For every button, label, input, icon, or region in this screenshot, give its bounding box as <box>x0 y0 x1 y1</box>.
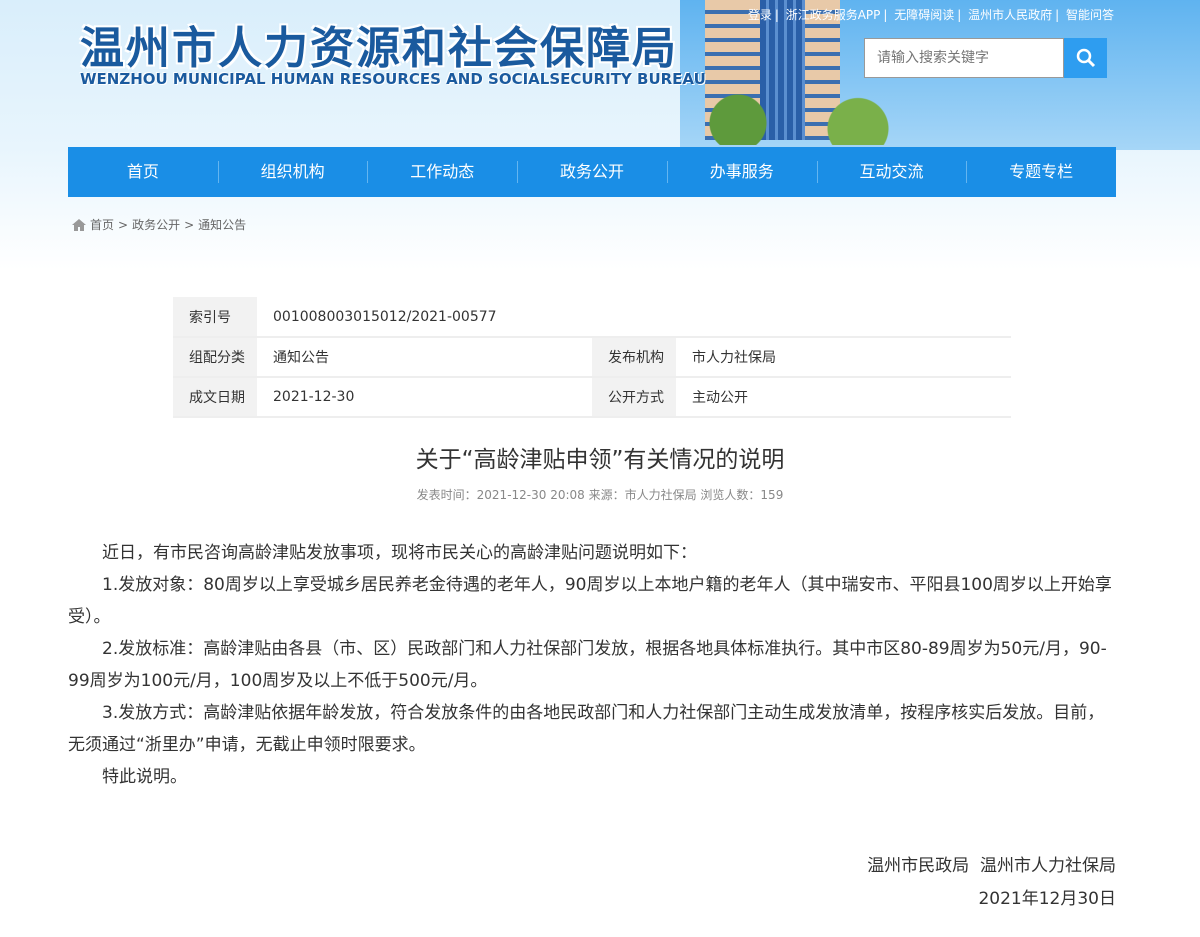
search-icon <box>1076 48 1095 68</box>
main-nav: 首页 组织机构 工作动态 政务公开 办事服务 互动交流 专题专栏 <box>68 147 1116 197</box>
nav-gov-affairs[interactable]: 政务公开 <box>517 147 667 197</box>
article-meta: 发表时间：2021-12-30 20:08 来源：市人力社保局 浏览人数：159 <box>416 488 784 502</box>
accessibility-link[interactable]: 无障碍阅读 <box>894 8 954 22</box>
index-value: 001008003015012/2021-00577 <box>257 297 1011 338</box>
site-title-en: WENZHOU MUNICIPAL HUMAN RESOURCES AND SO… <box>80 70 706 88</box>
nav-interaction[interactable]: 互动交流 <box>816 147 967 197</box>
info-table: 索引号 001008003015012/2021-00577 组配分类 通知公告 发布… <box>173 297 1011 418</box>
top-links: 登录 | 浙江政务服务APP | 无障碍阅读 | 温州市人民政府 | 智能问答 <box>747 8 1114 22</box>
mode-label: 公开方式 <box>592 377 676 418</box>
category-value: 通知公告 <box>257 337 592 378</box>
index-label: 索引号 <box>173 297 257 338</box>
article-body: 近日，有市民咨询高龄津贴发放事项，现将市民关心的高龄津贴问题说明如下： 1.发放… <box>68 537 1116 793</box>
sign-date: 2021年12月30日 <box>978 889 1116 909</box>
zj-app-link[interactable]: 浙江政务服务APP <box>786 8 881 22</box>
signature: 温州市民政局 温州市人力社保局 <box>867 856 1116 876</box>
search-box <box>864 38 1107 78</box>
date-label: 成文日期 <box>173 377 257 418</box>
paragraph: 3.发放方式：高龄津贴依据年龄发放，符合发放条件的由各地民政部门和人力社保部门主… <box>68 703 1105 755</box>
nav-home[interactable]: 首页 <box>68 147 218 197</box>
home-icon <box>72 218 86 231</box>
breadcrumb-home[interactable]: 首页 <box>90 216 114 233</box>
breadcrumb-notices[interactable]: 通知公告 <box>198 216 246 233</box>
paragraph: 1.发放对象：80周岁以上享受城乡居民养老金待遇的老年人，90周岁以上本地户籍的… <box>68 575 1112 627</box>
nav-news[interactable]: 工作动态 <box>367 147 517 197</box>
publisher-label: 发布机构 <box>592 337 676 378</box>
nav-topics[interactable]: 专题专栏 <box>966 147 1116 197</box>
nav-organization[interactable]: 组织机构 <box>217 147 368 197</box>
paragraph: 近日，有市民咨询高龄津贴发放事项，现将市民关心的高龄津贴问题说明如下： <box>102 543 697 563</box>
date-value: 2021-12-30 <box>257 377 592 418</box>
search-input[interactable] <box>864 38 1064 78</box>
trees-image <box>690 90 930 145</box>
paragraph: 2.发放标准：高龄津贴由各县（市、区）民政部门和人力社保部门发放，根据各地具体标… <box>68 639 1107 691</box>
publisher-value: 市人力社保局 <box>676 337 1011 378</box>
article-title: 关于“高龄津贴申领”有关情况的说明 <box>415 447 785 473</box>
breadcrumb: 首页 > 政务公开 > 通知公告 <box>72 216 246 233</box>
search-button[interactable] <box>1064 38 1107 78</box>
login-link[interactable]: 登录 <box>748 8 772 22</box>
paragraph: 特此说明。 <box>102 767 187 787</box>
gov-link[interactable]: 温州市人民政府 <box>968 8 1052 22</box>
breadcrumb-gov-affairs[interactable]: 政务公开 <box>132 216 180 233</box>
category-label: 组配分类 <box>173 337 257 378</box>
mode-value: 主动公开 <box>676 377 1011 418</box>
nav-services[interactable]: 办事服务 <box>666 147 817 197</box>
site-title[interactable]: 温州市人力资源和社会保障局 <box>80 12 678 76</box>
qa-link[interactable]: 智能问答 <box>1066 8 1114 22</box>
